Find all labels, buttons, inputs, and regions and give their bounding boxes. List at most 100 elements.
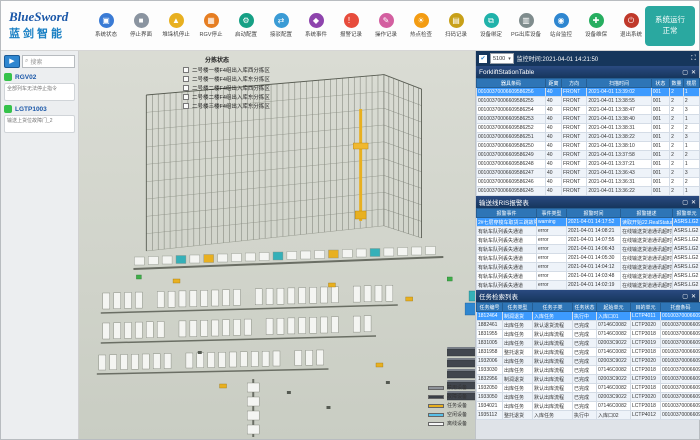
table-row[interactable]: 1832956制润退货默认出库流程已完成02003C9022LCTP301900… xyxy=(477,375,700,384)
column-header[interactable]: 方向 xyxy=(562,79,587,88)
table-cell: 默认出库流程 xyxy=(533,393,573,402)
table-row[interactable]: 0010037000660958624740FRONT2021-04-01 13… xyxy=(477,169,700,178)
toolbar-button-11[interactable]: ▤扫码记录 xyxy=(439,13,473,38)
table-row[interactable]: 1933050出库任务默认出库流程已完成02003C9022LCTP302000… xyxy=(477,393,700,402)
toolbar-button-10[interactable]: ☀热点检查 xyxy=(404,13,438,38)
legend-item: 空闲设备 xyxy=(428,411,467,418)
column-header[interactable]: 距离 xyxy=(545,79,561,88)
column-header[interactable]: 事件类型 xyxy=(537,209,567,218)
toolbar-button-15[interactable]: ✚设备维保 xyxy=(579,13,613,38)
toolbar-button-4[interactable]: ▦RGV停止 xyxy=(194,13,228,38)
table-row[interactable]: 0010037000660958625340FRONT2021-04-01 13… xyxy=(477,115,700,124)
warehouse-3d-scene xyxy=(79,51,475,439)
table-row[interactable]: 1934021出库任务默认出库流程已完成07146C0082LCTP301800… xyxy=(477,402,700,411)
system-status-badge: 系统运行 正常 xyxy=(645,6,695,46)
section-title: ForkliftStationTable xyxy=(479,69,534,76)
device-link-RGV02[interactable]: RGV02 xyxy=(4,73,75,81)
sort-area-option-4[interactable]: 二号楼二楼F4组出入库东分拣区 xyxy=(183,93,270,101)
column-header[interactable]: 任务子类 xyxy=(533,303,573,312)
table-row[interactable]: 0010037000660958624940FRONT2021-04-01 13… xyxy=(477,151,700,160)
operation-record-icon: ✎ xyxy=(379,13,394,28)
table-cell: LCTP3018 xyxy=(631,330,661,339)
table-row[interactable]: 0010037000660958625640FRONT2021-04-01 13… xyxy=(477,88,700,97)
table-row[interactable]: 有轨车队列丢失通道error2021-04-01 14:04:12在线输送货道通… xyxy=(477,263,700,272)
table-row[interactable]: 1831955出库任务默认出库流程已完成07146C0082LCTP301800… xyxy=(477,330,700,339)
toolbar-button-6[interactable]: ⇄接驳配置 xyxy=(264,13,298,38)
table-row[interactable]: 1831005出库任务默认出库流程已完成02003C9022LCTP301900… xyxy=(477,339,700,348)
column-header[interactable]: 起始单元 xyxy=(597,303,631,312)
column-header[interactable]: 报警事件 xyxy=(477,209,537,218)
column-header[interactable]: 器具条码 xyxy=(477,79,546,88)
minimize-icon[interactable]: ▢ xyxy=(682,293,688,300)
table-row[interactable]: 1932006出库任务默认出库流程已完成02003C9022LCTP302000… xyxy=(477,357,700,366)
table-cell: 00100370006609586251 xyxy=(477,133,546,142)
table-row[interactable]: 2#七层穿梭车取货三跳故障warning2021-04-01 14:17:52读… xyxy=(477,218,700,227)
column-header[interactable]: 目的单元 xyxy=(631,303,661,312)
table-row[interactable]: 有轨车队列丢失通道error2021-04-01 14:08:21在线输送货道通… xyxy=(477,227,700,236)
table-row[interactable]: 有轨车队列丢失通道error2021-04-01 14:05:30在线输送货道通… xyxy=(477,254,700,263)
close-icon[interactable]: ✕ xyxy=(691,199,696,206)
toolbar-button-12[interactable]: ⧉设备绑定 xyxy=(474,13,508,38)
table-row[interactable]: 0010037000660958624840FRONT2021-04-01 13… xyxy=(477,160,700,169)
column-header[interactable]: 状态 xyxy=(651,79,669,88)
table-row[interactable]: 1932050出库任务默认出库流程已完成07146C0082LCTP301800… xyxy=(477,384,700,393)
column-header[interactable]: 报警时间 xyxy=(567,209,621,218)
toolbar-button-2[interactable]: ■停止界面 xyxy=(124,13,158,38)
table-cell: 2 xyxy=(683,178,699,187)
table-row[interactable]: 有轨车队列丢失通道error2021-04-01 14:06:43在线输送货道通… xyxy=(477,245,700,254)
table-row[interactable]: 0010037000660958624540FRONT2021-04-01 13… xyxy=(477,187,700,196)
table-row[interactable]: 1831958整托退货默认出库流程已完成07146C0082LCTP301800… xyxy=(477,348,700,357)
column-header[interactable]: 楼层 xyxy=(683,79,699,88)
sort-area-option-1[interactable]: 二号楼一楼F4组出入库西分拣区 xyxy=(183,66,270,74)
toolbar-button-7[interactable]: ◆系统事件 xyxy=(299,13,333,38)
column-header[interactable]: 数量 xyxy=(670,79,684,88)
table-row[interactable]: 1933030出库任务默认出库流程已完成07146C0082LCTP301800… xyxy=(477,366,700,375)
column-header[interactable]: 报警单元 xyxy=(673,209,700,218)
device-link-LGTP1003[interactable]: LGTP1003 xyxy=(4,105,75,113)
toolbar-button-14[interactable]: ◉站台监控 xyxy=(544,13,578,38)
toolbar-button-1[interactable]: ▣系统状态 xyxy=(89,13,123,38)
table-row[interactable]: 0010037000660958625040FRONT2021-04-01 13… xyxy=(477,142,700,151)
table-row[interactable]: 1882461出库任务默认退货流程已完成07146C0082LCTP302000… xyxy=(477,321,700,330)
table-row[interactable]: 1812464制润退货入库任务执行中入库口01LCTP4011001003700… xyxy=(477,312,700,321)
table-row[interactable]: 0010037000660958625140FRONT2021-04-01 13… xyxy=(477,133,700,142)
column-header[interactable]: 任务类型 xyxy=(503,303,533,312)
column-header[interactable]: 报警描述 xyxy=(621,209,673,218)
table-cell: 1932006 xyxy=(477,357,503,366)
minimize-icon[interactable]: ▢ xyxy=(682,69,688,76)
auto-refresh-checkbox[interactable]: ✔ xyxy=(479,55,487,63)
sort-area-option-3[interactable]: 二号楼二楼F4组出入库西分拣区 xyxy=(183,84,270,92)
minimize-icon[interactable]: ▢ xyxy=(682,199,688,206)
refresh-period-select[interactable]: 5100 ▾ xyxy=(490,53,514,64)
toolbar-button-5[interactable]: ⚙启动配置 xyxy=(229,13,263,38)
expand-icon[interactable]: ⛶ xyxy=(691,55,696,63)
toolbar-button-8[interactable]: ！报警记录 xyxy=(334,13,368,38)
column-header[interactable]: 任务状态 xyxy=(573,303,597,312)
toolbar-button-3[interactable]: ▲堆垛机停止 xyxy=(159,13,193,38)
device-search-input[interactable]: ⌕ 搜索 xyxy=(22,55,75,68)
column-header[interactable]: 托盘条码 xyxy=(661,303,700,312)
table-row[interactable]: 0010037000660958624640FRONT2021-04-01 13… xyxy=(477,178,700,187)
column-header[interactable]: 任务编号 xyxy=(477,303,503,312)
table-row[interactable]: 有轨车队列丢失通道error2021-04-01 14:02:19在线输送货道通… xyxy=(477,281,700,290)
table-row[interactable]: 有轨车队列丢失通道error2021-04-01 14:07:55在线输送货道通… xyxy=(477,236,700,245)
toolbar-button-16[interactable]: ⏻退出系统 xyxy=(614,13,645,38)
column-header[interactable]: 扫描时间 xyxy=(587,79,651,88)
ack-alarm-button[interactable]: ▶ xyxy=(4,55,20,68)
table-cell: FRONT xyxy=(562,133,587,142)
table-row[interactable]: 0010037000660958625440FRONT2021-04-01 13… xyxy=(477,106,700,115)
table-row[interactable]: 1935112整托退货入库任务执行中入库口02LCTP4012001003700… xyxy=(477,411,700,420)
table-row[interactable]: 有轨车队列丢失通道error2021-04-01 14:03:48在线输送货道通… xyxy=(477,272,700,281)
close-icon[interactable]: ✕ xyxy=(691,69,696,76)
table-cell: 在线输送货道通讯超时 xyxy=(621,245,673,254)
table-row[interactable]: 0010037000660958625240FRONT2021-04-01 13… xyxy=(477,124,700,133)
sort-area-option-5[interactable]: 二号楼三楼F4组出入库东分拣区 xyxy=(183,102,270,110)
toolbar-button-9[interactable]: ✎操作记录 xyxy=(369,13,403,38)
warehouse-3d-viewport[interactable]: 分拣状态 二号楼一楼F4组出入库西分拣区二号楼一楼F4组出入库东分拣区二号楼二楼… xyxy=(79,51,475,439)
legend-swatch xyxy=(428,413,444,417)
table-row[interactable]: 0010037000660958625540FRONT2021-04-01 13… xyxy=(477,97,700,106)
close-icon[interactable]: ✕ xyxy=(691,293,696,300)
toolbar-label: 系统状态 xyxy=(95,30,117,38)
sort-area-option-2[interactable]: 二号楼一楼F4组出入库东分拣区 xyxy=(183,75,270,83)
toolbar-button-13[interactable]: ▥PG出库设备 xyxy=(509,13,543,38)
